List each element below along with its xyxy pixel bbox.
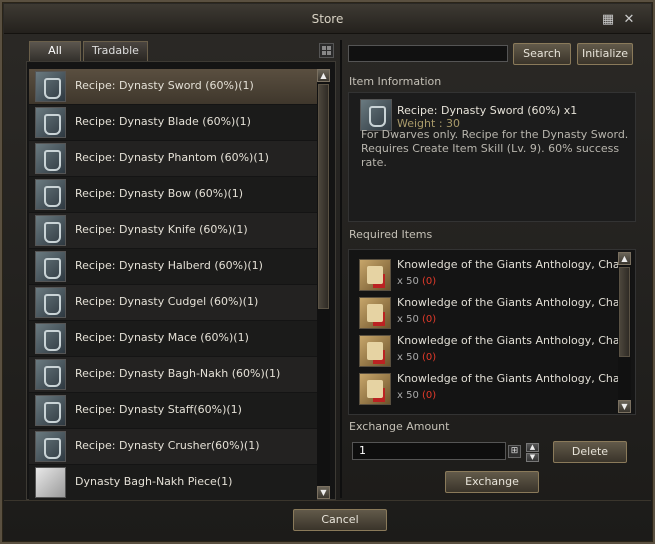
panel-divider [340,40,342,498]
list-item[interactable]: Recipe: Dynasty Phantom (60%)(1) [29,141,317,176]
scroll-book-icon [359,297,391,329]
list-item[interactable]: Recipe: Dynasty Bow (60%)(1) [29,177,317,212]
recipe-icon [35,179,66,210]
list-item-label: Recipe: Dynasty Bow (60%)(1) [75,187,244,200]
recipe-icon [360,99,392,131]
scroll-down-icon[interactable]: ▼ [317,486,330,499]
scroll-down-icon[interactable]: ▼ [618,400,631,413]
settings-icon[interactable]: ▦ [601,13,615,27]
calculator-icon[interactable]: ⊞ [508,445,521,458]
titlebar[interactable]: Store ▦ ✕ [4,4,651,34]
recipe-icon [35,359,66,390]
required-item[interactable]: Knowledge of the Giants Anthology, Chapt… [357,370,631,408]
recipe-icon [35,287,66,318]
recipe-icon [35,323,66,354]
list-item-label: Recipe: Dynasty Knife (60%)(1) [75,223,248,236]
list-item-label: Recipe: Dynasty Sword (60%)(1) [75,79,254,92]
item-description: For Dwarves only. Recipe for the Dynasty… [361,128,631,170]
list-item-label: Recipe: Dynasty Crusher(60%)(1) [75,439,260,452]
list-item-label: Recipe: Dynasty Blade (60%)(1) [75,115,251,128]
required-item-qty: x 50 (0) [397,390,437,401]
required-item-qty: x 50 (0) [397,276,437,287]
list-item[interactable]: Dynasty Bagh-Nakh Piece(1) [29,465,317,500]
item-name: Recipe: Dynasty Sword (60%) x1 [397,104,578,117]
scroll-up-icon[interactable]: ▲ [618,252,631,265]
list-item[interactable]: Recipe: Dynasty Crusher(60%)(1) [29,429,317,464]
item-description-line: rate. [361,156,387,169]
window-title: Store [311,12,344,26]
exchange-amount-input[interactable]: 1 [352,442,506,460]
required-item[interactable]: Knowledge of the Giants Anthology, Chapt… [357,294,631,332]
delete-button[interactable]: Delete [553,441,627,463]
decrement-icon[interactable]: ▼ [526,453,539,462]
required-item-qty: x 50 (0) [397,352,437,363]
required-item-qty: x 50 (0) [397,314,437,325]
required-item-name: Knowledge of the Giants Anthology, Chapt [397,258,631,271]
list-item[interactable]: Recipe: Dynasty Blade (60%)(1) [29,105,317,140]
recipe-icon [35,431,66,462]
material-box-icon [35,467,66,498]
item-list-scrollbar[interactable]: ▲ ▼ [317,69,330,499]
exchange-button[interactable]: Exchange [445,471,539,493]
required-items-header: Required Items [349,228,433,241]
list-item[interactable]: Recipe: Dynasty Bagh-Nakh (60%)(1) [29,357,317,392]
required-item-name: Knowledge of the Giants Anthology, Chapt [397,296,631,309]
required-items-list: Knowledge of the Giants Anthology, Chapt… [348,249,636,415]
store-window: Store ▦ ✕ All Tradable Recipe: Dynasty S… [0,0,655,544]
recipe-icon [35,251,66,282]
initialize-button[interactable]: Initialize [577,43,633,65]
list-item-label: Recipe: Dynasty Mace (60%)(1) [75,331,249,344]
search-button[interactable]: Search [513,43,571,65]
recipe-icon [35,395,66,426]
list-item[interactable]: Recipe: Dynasty Mace (60%)(1) [29,321,317,356]
list-item-label: Recipe: Dynasty Phantom (60%)(1) [75,151,269,164]
list-item-label: Recipe: Dynasty Bagh-Nakh (60%)(1) [75,367,281,380]
cancel-button[interactable]: Cancel [293,509,387,531]
list-item-label: Recipe: Dynasty Cudgel (60%)(1) [75,295,259,308]
scroll-book-icon [359,335,391,367]
close-icon[interactable]: ✕ [622,13,636,27]
required-item-name: Knowledge of the Giants Anthology, Chapt [397,334,631,347]
required-items-scrollbar[interactable]: ▲ ▼ [618,252,631,413]
list-item-label: Recipe: Dynasty Staff(60%)(1) [75,403,242,416]
item-description-line: Requires Create Item Skill (Lv. 9). 60% … [361,142,620,155]
list-item-label: Dynasty Bagh-Nakh Piece(1) [75,475,233,488]
required-item[interactable]: Knowledge of the Giants Anthology, Chapt… [357,256,631,294]
list-item[interactable]: Recipe: Dynasty Halberd (60%)(1) [29,249,317,284]
list-item[interactable]: Recipe: Dynasty Cudgel (60%)(1) [29,285,317,320]
list-item-label: Recipe: Dynasty Halberd (60%)(1) [75,259,263,272]
required-item-name: Knowledge of the Giants Anthology, Chapt [397,372,631,385]
search-input[interactable] [348,45,508,62]
item-description-line: For Dwarves only. Recipe for the Dynasty… [361,128,629,141]
list-item[interactable]: Recipe: Dynasty Staff(60%)(1) [29,393,317,428]
scroll-book-icon [359,373,391,405]
recipe-icon [35,215,66,246]
recipe-icon [35,143,66,174]
recipe-icon [35,71,66,102]
list-item[interactable]: Recipe: Dynasty Knife (60%)(1) [29,213,317,248]
tab-tradable[interactable]: Tradable [83,41,148,61]
item-information-header: Item Information [349,75,442,88]
recipe-icon [35,107,66,138]
scroll-up-icon[interactable]: ▲ [317,69,330,82]
increment-icon[interactable]: ▲ [526,443,539,452]
exchange-amount-header: Exchange Amount [349,420,450,433]
scroll-thumb[interactable] [619,267,630,357]
tab-all[interactable]: All [29,41,81,61]
scroll-thumb[interactable] [318,84,329,309]
grid-view-icon[interactable] [319,43,334,58]
scroll-book-icon [359,259,391,291]
required-item[interactable]: Knowledge of the Giants Anthology, Chapt… [357,332,631,370]
list-item[interactable]: Recipe: Dynasty Sword (60%)(1) [29,69,317,104]
item-list-panel: Recipe: Dynasty Sword (60%)(1) Recipe: D… [26,61,336,500]
